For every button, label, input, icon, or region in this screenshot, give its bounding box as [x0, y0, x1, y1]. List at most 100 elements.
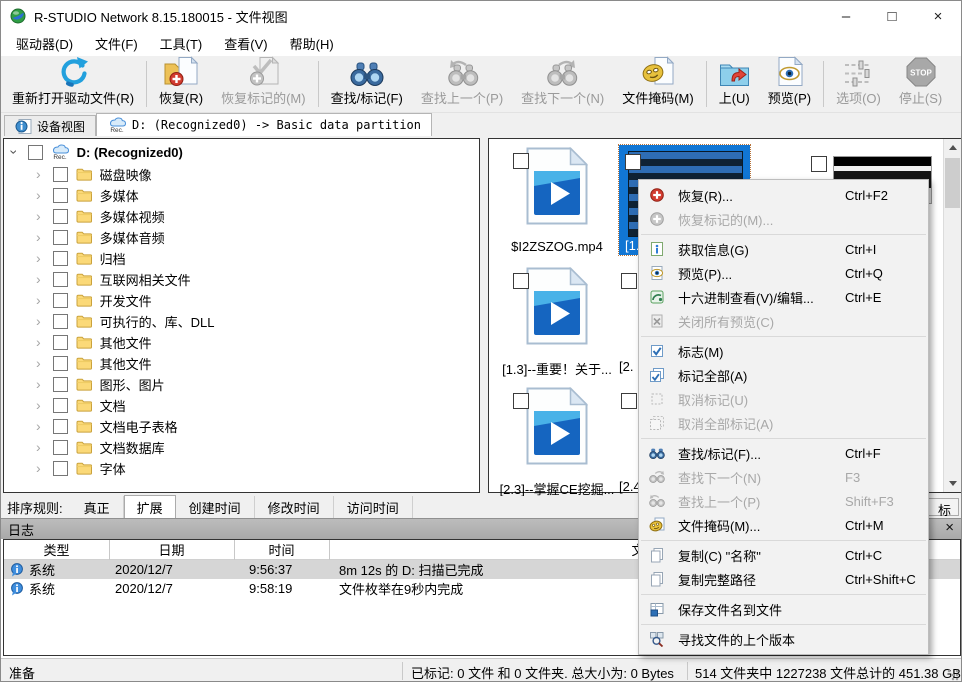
file-mask-button[interactable]: 文件掩码(M) — [613, 56, 703, 112]
menu-mark-all[interactable]: 标记全部(A) — [639, 363, 928, 387]
log-close-icon[interactable]: × — [945, 519, 954, 537]
file-checkbox[interactable] — [513, 393, 529, 409]
tree-item-checkbox[interactable] — [53, 188, 68, 203]
tree-item-checkbox[interactable] — [53, 419, 68, 434]
tree-item-checkbox[interactable] — [53, 440, 68, 455]
menu-recover[interactable]: 恢复(R)...Ctrl+F2 — [639, 183, 928, 207]
tab-device-view[interactable]: 设备视图 — [4, 115, 96, 136]
scroll-up-icon[interactable] — [944, 139, 961, 156]
menu-find-next[interactable]: 查找下一个(N)F3 — [639, 465, 928, 489]
tree-item-checkbox[interactable] — [53, 356, 68, 371]
minimize-button[interactable]: – — [823, 1, 869, 31]
menu-copy-name[interactable]: 复制(C) "名称"Ctrl+C — [639, 543, 928, 567]
find-next-button[interactable]: 查找下一个(N) — [512, 56, 613, 112]
up-button[interactable]: 上(U) — [710, 56, 759, 112]
tree-item[interactable]: ›开发文件 — [4, 290, 152, 310]
tree-item[interactable]: ›其他文件 — [4, 332, 152, 352]
tree-item-checkbox[interactable] — [53, 335, 68, 350]
log-col-date[interactable]: 日期 — [109, 540, 234, 560]
chevron-right-icon[interactable]: › — [36, 314, 41, 328]
chevron-right-icon[interactable]: › — [36, 188, 41, 202]
scrollbar-thumb[interactable] — [945, 158, 960, 208]
tree-item-checkbox[interactable] — [53, 314, 68, 329]
maximize-button[interactable]: □ — [869, 1, 915, 31]
chevron-right-icon[interactable]: › — [36, 272, 41, 286]
chevron-right-icon[interactable]: › — [36, 356, 41, 370]
tree-item[interactable]: ›图形、图片 — [4, 374, 165, 394]
menu-hex-view[interactable]: 十六进制查看(V)/编辑...Ctrl+E — [639, 285, 928, 309]
tree-item-checkbox[interactable] — [53, 209, 68, 224]
chevron-right-icon[interactable]: › — [36, 209, 41, 223]
file-checkbox[interactable] — [513, 153, 529, 169]
find-previous-button[interactable]: 查找上一个(P) — [412, 56, 512, 112]
stop-button[interactable]: STOP 停止(S) — [890, 56, 951, 112]
tree-item[interactable]: ›字体 — [4, 458, 126, 478]
menu-help[interactable]: 帮助(H) — [279, 31, 345, 56]
menu-drives[interactable]: 驱动器(D) — [5, 31, 84, 56]
preview-button[interactable]: 预览(P) — [759, 56, 820, 112]
menu-save-file-names[interactable]: 保存文件名到文件 — [639, 597, 928, 621]
tree-item[interactable]: ›文档数据库 — [4, 437, 165, 457]
menu-view[interactable]: 查看(V) — [213, 31, 278, 56]
menu-recover-marked[interactable]: 恢复标记的(M)... — [639, 207, 928, 231]
tree-item[interactable]: ›互联网相关文件 — [4, 269, 191, 289]
chevron-down-icon[interactable]: › — [7, 150, 21, 155]
sort-tab-access-time[interactable]: 访问时间 — [334, 496, 413, 519]
file-item[interactable]: $I2ZSZOG.mp4 — [497, 145, 617, 257]
file-item[interactable]: [2.3]--掌握CE挖掘... — [497, 385, 617, 497]
tree-item-checkbox[interactable] — [53, 461, 68, 476]
menu-close-all-previews[interactable]: 关闭所有预览(C) — [639, 309, 928, 333]
tree-item[interactable]: ›其他文件 — [4, 353, 152, 373]
chevron-right-icon[interactable]: › — [36, 419, 41, 433]
close-button[interactable]: × — [915, 1, 961, 31]
tree-item[interactable]: ›多媒体音频 — [4, 227, 165, 247]
sort-tab-creation-time[interactable]: 创建时间 — [176, 496, 255, 519]
sort-tab-extension[interactable]: 扩展 — [124, 495, 176, 520]
menu-copy-full-path[interactable]: 复制完整路径Ctrl+Shift+C — [639, 567, 928, 591]
menu-find-mark[interactable]: 查找/标记(F)...Ctrl+F — [639, 441, 928, 465]
menu-mark[interactable]: 标志(M) — [639, 339, 928, 363]
menu-tools[interactable]: 工具(T) — [149, 31, 214, 56]
tree-root-checkbox[interactable] — [28, 145, 43, 160]
menu-get-info[interactable]: 获取信息(G)Ctrl+I — [639, 237, 928, 261]
tree-root-row[interactable]: › Rec. D: (Recognized0) — [4, 142, 183, 162]
reopen-drive-button[interactable]: 重新打开驱动文件(R) — [3, 56, 143, 112]
sort-tab-modified-time[interactable]: 修改时间 — [255, 496, 334, 519]
title-bar[interactable]: R-STUDIO Network 8.15.180015 - 文件视图 – □ … — [1, 1, 961, 31]
options-button[interactable]: 选项(O) — [827, 56, 890, 112]
menu-file[interactable]: 文件(F) — [84, 31, 149, 56]
file-checkbox[interactable] — [625, 154, 641, 170]
resize-grip[interactable] — [947, 669, 959, 681]
chevron-right-icon[interactable]: › — [36, 230, 41, 244]
menu-file-mask[interactable]: 文件掩码(M)...Ctrl+M — [639, 513, 928, 537]
find-mark-button[interactable]: 查找/标记(F) — [322, 56, 412, 112]
tree-item-checkbox[interactable] — [53, 293, 68, 308]
chevron-right-icon[interactable]: › — [36, 167, 41, 181]
log-col-time[interactable]: 时间 — [234, 540, 329, 560]
chevron-right-icon[interactable]: › — [36, 398, 41, 412]
tree-item[interactable]: ›归档 — [4, 248, 126, 268]
menu-find-previous[interactable]: 查找上一个(P)Shift+F3 — [639, 489, 928, 513]
tree-item-checkbox[interactable] — [53, 167, 68, 182]
tree-item[interactable]: ›文档 — [4, 395, 126, 415]
tree-item[interactable]: ›多媒体 — [4, 185, 139, 205]
tree-item-checkbox[interactable] — [53, 230, 68, 245]
tree-item[interactable]: ›可执行的、库、DLL — [4, 311, 215, 331]
tree-item-checkbox[interactable] — [53, 251, 68, 266]
menu-unmark-all[interactable]: 取消全部标记(A) — [639, 411, 928, 435]
tab-partition-file-view[interactable]: Rec. D: (Recognized0) -> Basic data part… — [96, 113, 432, 136]
file-checkbox[interactable] — [811, 156, 827, 172]
log-col-type[interactable]: 类型 — [4, 540, 109, 560]
menu-unmark[interactable]: 取消标记(U) — [639, 387, 928, 411]
menu-find-previous-versions[interactable]: 寻找文件的上个版本 — [639, 627, 928, 651]
chevron-right-icon[interactable]: › — [36, 377, 41, 391]
chevron-right-icon[interactable]: › — [36, 293, 41, 307]
menu-preview[interactable]: 预览(P)...Ctrl+Q — [639, 261, 928, 285]
tree-item[interactable]: ›磁盘映像 — [4, 164, 152, 184]
scroll-down-icon[interactable] — [944, 475, 961, 492]
file-checkbox[interactable] — [621, 273, 637, 289]
recover-marked-button[interactable]: 恢复标记的(M) — [212, 56, 315, 112]
tree-item-checkbox[interactable] — [53, 272, 68, 287]
file-checkbox[interactable] — [621, 393, 637, 409]
file-item[interactable]: [1.3]--重要！关于... — [497, 265, 617, 377]
